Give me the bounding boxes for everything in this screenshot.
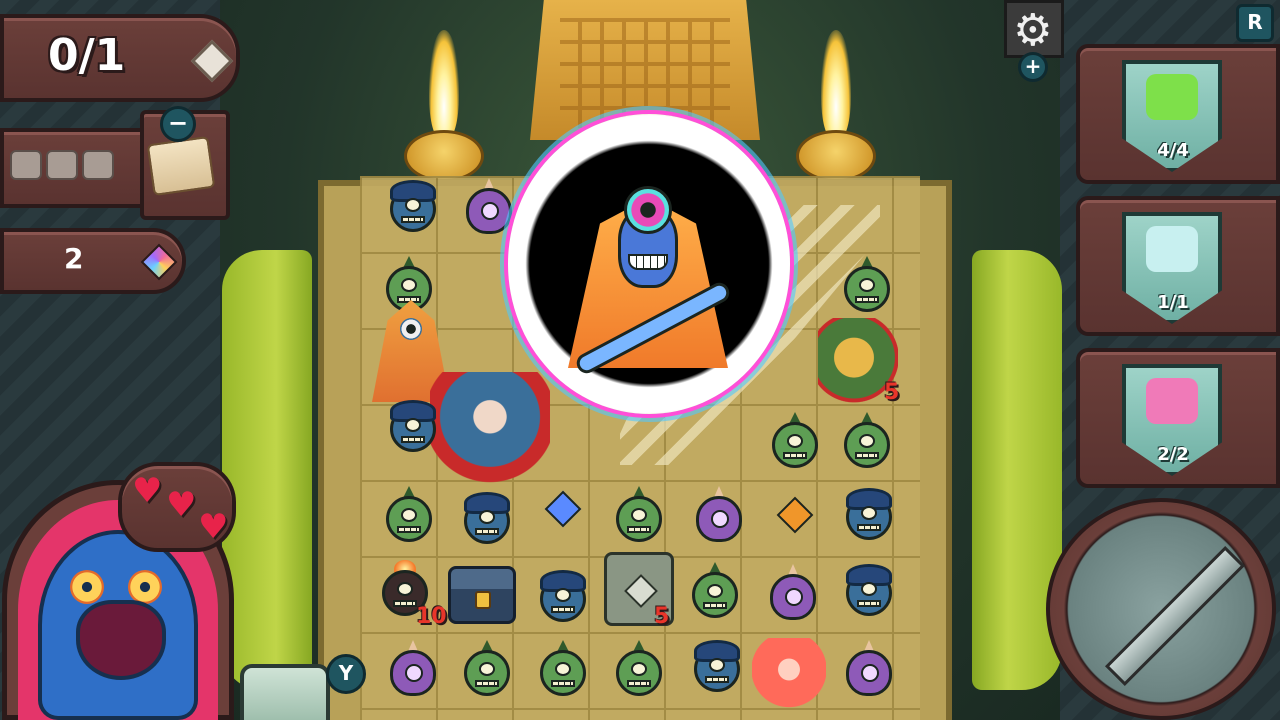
stage-progress-panel: 0/1	[0, 14, 240, 102]
green-fish-monster[interactable]	[458, 640, 516, 702]
avatar-eye	[128, 570, 162, 604]
diamond-icon	[190, 39, 234, 83]
cyclops-boss-reveal	[558, 168, 738, 378]
green-fish-monster[interactable]	[838, 412, 896, 474]
item-slot-blade[interactable]: 1/1	[1076, 196, 1280, 336]
blue-capped-monster[interactable]	[840, 484, 898, 546]
red-coat-elite-monster[interactable]	[430, 372, 550, 484]
green-fish-monster[interactable]	[838, 256, 896, 318]
settings-button[interactable]: ⚙	[1004, 0, 1064, 58]
pink-jar-icon	[1146, 378, 1198, 424]
prism-crystal-icon	[140, 243, 178, 281]
crown-relic-icon[interactable]	[82, 150, 114, 180]
boss-eye	[624, 186, 672, 234]
avatar-mouth	[76, 600, 166, 680]
health-panel: ♥ ♥ ♥	[118, 462, 236, 552]
lightning-blade-icon	[1146, 226, 1198, 272]
right-torch	[796, 30, 876, 182]
minus-button[interactable]: −	[160, 106, 196, 142]
purple-horned-monster[interactable]	[690, 486, 748, 548]
item-count: 4/4	[1157, 140, 1189, 161]
heart-icon: ♥	[198, 507, 229, 547]
boss-grin	[628, 254, 668, 270]
y-key-prompt[interactable]: Y	[326, 654, 366, 694]
item-count: 1/1	[1157, 292, 1189, 313]
damage-number: 5	[654, 604, 670, 629]
torch-flame	[821, 30, 851, 140]
green-fish-monster[interactable]	[380, 486, 438, 548]
purple-horned-monster[interactable]	[840, 640, 898, 702]
green-potion-icon	[1146, 74, 1198, 120]
blue-capped-monster[interactable]	[384, 396, 442, 458]
blue-capped-monster[interactable]	[840, 560, 898, 622]
damage-number: 10	[416, 604, 447, 629]
diamond-icon	[624, 574, 658, 608]
blue-capped-monster[interactable]	[458, 488, 516, 550]
leaf-relic-icon[interactable]	[10, 150, 42, 180]
gear-icon: ⚙	[1013, 5, 1053, 56]
purple-horned-monster[interactable]	[384, 640, 442, 702]
shards-panel: 2	[0, 228, 186, 294]
blue-capped-monster[interactable]	[688, 636, 746, 698]
item-slot-jar[interactable]: 2/2	[1076, 348, 1280, 488]
avatar-eye	[70, 570, 104, 604]
green-fish-monster[interactable]	[610, 486, 668, 548]
locked-treasure-chest[interactable]	[448, 566, 516, 624]
left-goo-pool	[222, 250, 312, 690]
torch-flame	[429, 30, 459, 140]
green-fish-monster[interactable]	[686, 562, 744, 624]
green-fish-monster[interactable]	[766, 412, 824, 474]
shards-count: 2	[64, 242, 84, 275]
item-slot-potion[interactable]: 4/4	[1076, 44, 1280, 184]
torch-pot	[404, 130, 484, 182]
stage-progress-text: 0/1	[48, 30, 126, 81]
heart-icon: ♥	[132, 471, 163, 511]
map-scroll-icon[interactable]	[146, 135, 216, 197]
green-fish-monster[interactable]	[610, 640, 668, 702]
left-torch	[404, 30, 484, 182]
game-screen: 5 10 5 0/1 − 2 ⚙ + R 4/4 1/1 2/2 ♥ ♥ ♥ Y	[0, 0, 1280, 720]
blue-capped-monster[interactable]	[534, 566, 592, 628]
torch-pot	[796, 130, 876, 182]
r-key-prompt[interactable]: R	[1236, 4, 1274, 42]
weapon-ability-button[interactable]	[1046, 498, 1276, 720]
purple-horned-monster[interactable]	[764, 564, 822, 626]
backpack-icon[interactable]	[240, 664, 330, 720]
pink-spiky-monster[interactable]	[752, 638, 826, 708]
heart-icon: ♥	[166, 485, 197, 525]
chest-relic-icon[interactable]	[46, 150, 78, 180]
plus-button[interactable]: +	[1018, 52, 1048, 82]
purple-horned-monster[interactable]	[460, 178, 518, 240]
green-fish-monster[interactable]	[534, 640, 592, 702]
lock-icon	[475, 591, 491, 609]
blue-capped-monster[interactable]	[384, 176, 442, 238]
damage-number: 5	[884, 380, 900, 405]
item-count: 2/2	[1157, 444, 1189, 465]
sword-icon	[1104, 545, 1246, 687]
cyclops-eye	[400, 318, 422, 340]
